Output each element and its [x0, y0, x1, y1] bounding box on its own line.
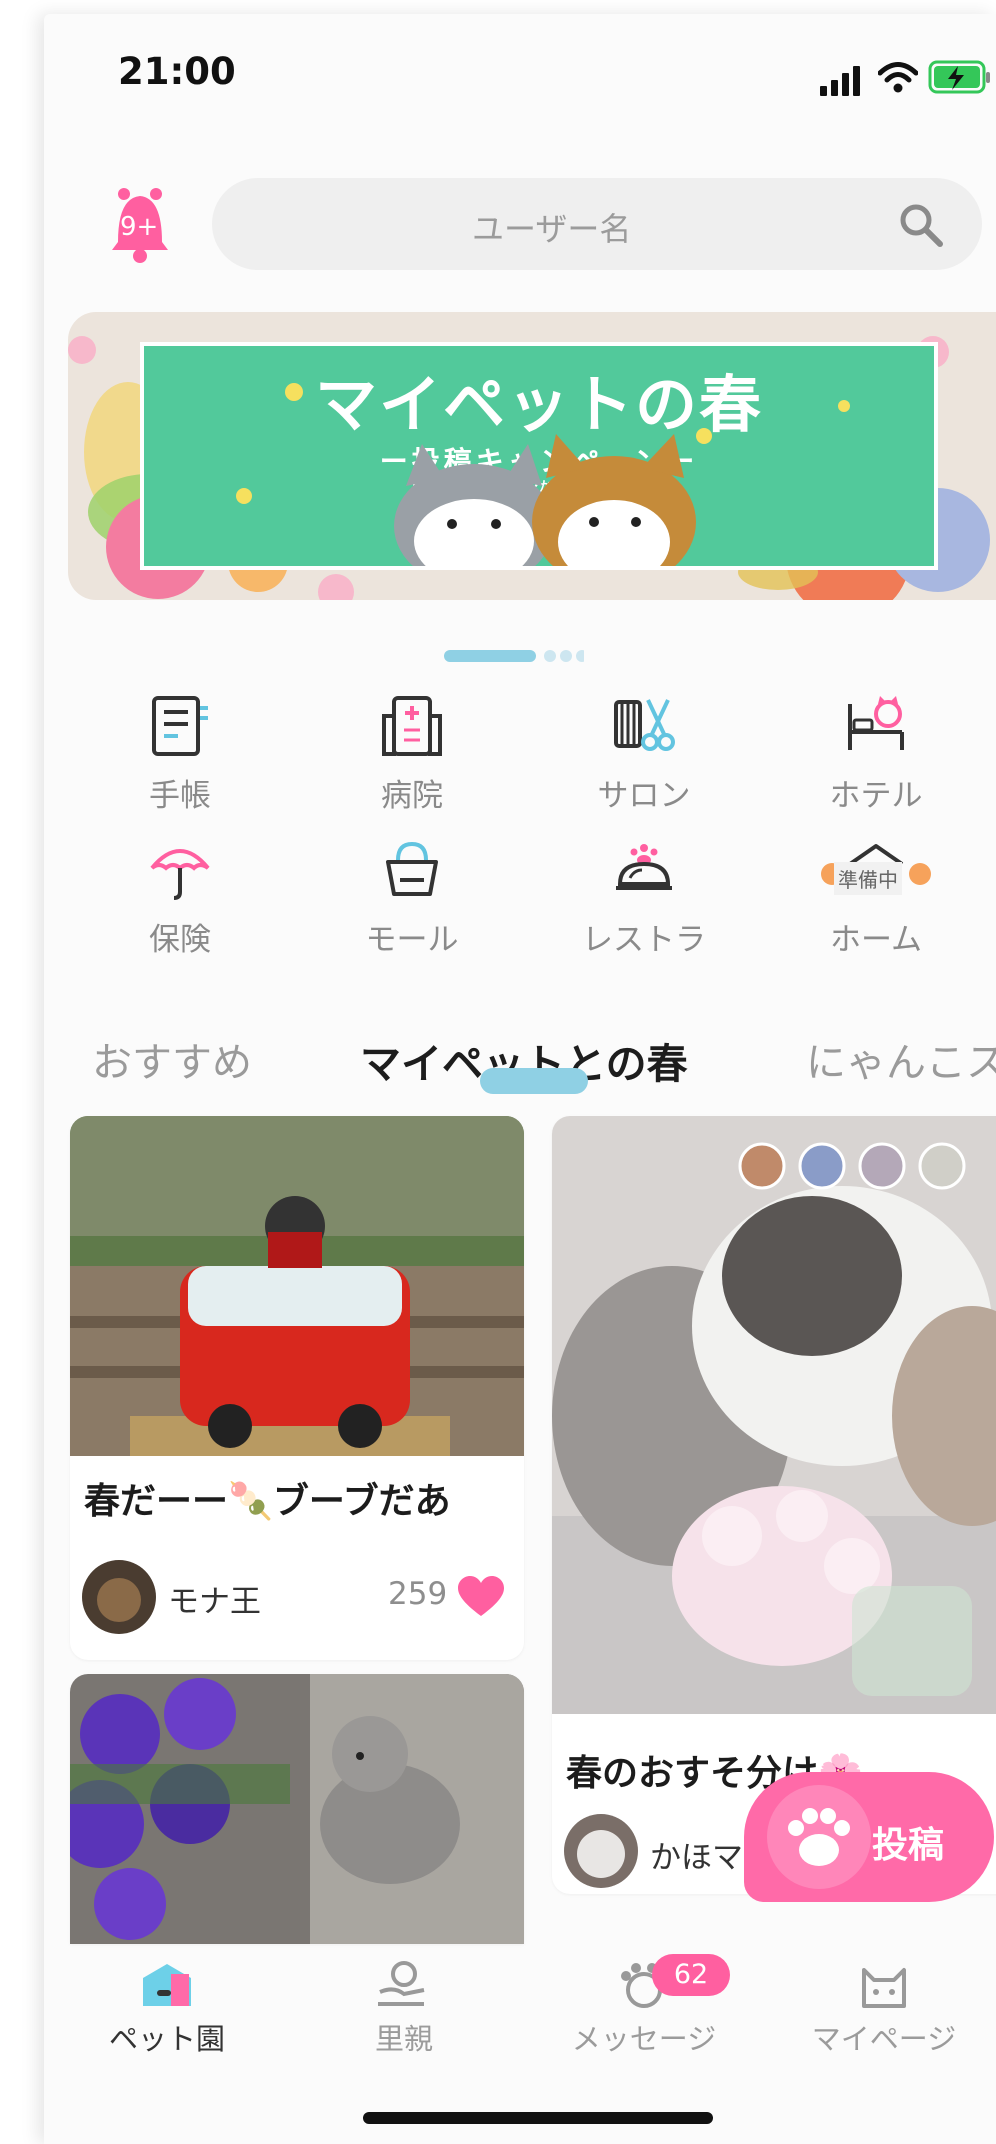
post-button-label: 投稿: [872, 1825, 945, 1866]
nav-mypage[interactable]: マイページ: [784, 1960, 984, 2058]
nav-label: マイページ: [811, 2022, 957, 2056]
app-screen: 21:00 9+ ユーザー名 マイペットの春 ー投稿キャンペーンー 【期間】20…: [44, 14, 996, 2144]
user-avatar[interactable]: [564, 1814, 638, 1888]
hospital-icon: [382, 696, 442, 756]
service-label: サロン: [597, 778, 691, 814]
banner-pets-illustration: [236, 383, 850, 566]
nav-label: 里親: [374, 2022, 433, 2056]
post-username[interactable]: モナ王: [168, 1576, 261, 1621]
banner-panel: マイペットの春 ー投稿キャンペーンー 【期間】2022.03.22から2022.…: [140, 342, 938, 570]
pet-garden-icon: [143, 1964, 191, 2006]
hotel-icon: [848, 696, 904, 750]
post-photo: [552, 1116, 996, 1714]
user-avatar-image: [82, 1560, 156, 1634]
nav-messages[interactable]: 62 メッセージ: [544, 1954, 744, 2058]
tab-recommended[interactable]: おすすめ: [92, 1030, 252, 1088]
campaign-banner[interactable]: マイペットの春 ー投稿キャンペーンー 【期間】2022.03.22から2022.…: [68, 312, 996, 600]
foster-icon: [378, 1961, 425, 2006]
service-hotel[interactable]: ホテル: [786, 694, 966, 815]
banner-pagination[interactable]: [444, 648, 584, 664]
status-time: 21:00: [118, 50, 236, 93]
post-title: 春だーー🍡ブーブだあ: [84, 1481, 451, 1522]
service-label: モール: [365, 922, 459, 958]
post-button[interactable]: 投稿: [744, 1772, 994, 1902]
battery-charging-icon: [928, 60, 990, 94]
service-label: 手帳: [149, 778, 211, 814]
notification-button[interactable]: 9+: [108, 186, 172, 264]
search-icon[interactable]: [898, 202, 944, 248]
service-insurance[interactable]: 保険: [90, 838, 270, 959]
umbrella-icon: [150, 849, 210, 900]
service-label: ホーム: [829, 922, 923, 958]
home-preparing-tag: 準備中: [834, 862, 902, 895]
active-tab-indicator: [480, 1068, 588, 1094]
search-bar[interactable]: ユーザー名: [212, 178, 982, 270]
heart-icon[interactable]: [458, 1576, 504, 1618]
nav-foster[interactable]: 里親: [304, 1960, 504, 2058]
notebook-icon: [152, 696, 208, 756]
paw-icon: [767, 1785, 871, 1889]
service-label: 保険: [149, 922, 211, 958]
nav-label: メッセージ: [571, 2022, 717, 2056]
service-hospital[interactable]: 病院: [322, 694, 502, 815]
service-label: レストラ: [582, 922, 706, 958]
post-username[interactable]: かほマ: [650, 1832, 743, 1877]
nav-label: ペット園: [108, 2022, 225, 2056]
notification-badge: 9+: [120, 212, 159, 242]
service-label: 病院: [381, 778, 443, 814]
service-salon[interactable]: サロン: [554, 694, 734, 815]
search-placeholder: ユーザー名: [472, 210, 632, 248]
service-home[interactable]: 準備中 ホーム: [786, 838, 966, 959]
home-indicator[interactable]: [363, 2112, 713, 2124]
user-avatar[interactable]: [82, 1560, 156, 1634]
cellular-signal-icon: [820, 66, 860, 96]
wifi-icon: [878, 62, 918, 93]
mypage-cat-icon: [862, 1968, 906, 2008]
post-card[interactable]: [70, 1674, 524, 1944]
service-notebook[interactable]: 手帳: [90, 694, 270, 815]
salon-icon: [614, 699, 675, 751]
post-photo: [70, 1674, 524, 1944]
tab-nyanko[interactable]: にゃんこス: [806, 1030, 996, 1088]
service-mall[interactable]: モール: [322, 838, 502, 959]
shopping-bag-icon: [386, 841, 438, 896]
status-bar: 21:00: [44, 14, 996, 134]
post-like-count: 259: [388, 1576, 448, 1612]
post-photo: [70, 1116, 524, 1456]
restaurant-icon: [616, 844, 672, 890]
service-restaurant[interactable]: レストラ: [554, 838, 734, 959]
user-avatar-image: [564, 1814, 638, 1888]
nav-pet-garden[interactable]: ペット園: [67, 1960, 267, 2058]
post-card[interactable]: 春だーー🍡ブーブだあ モナ王 259: [70, 1116, 524, 1660]
service-label: ホテル: [829, 778, 923, 814]
message-count-badge: 62: [652, 1954, 730, 1996]
